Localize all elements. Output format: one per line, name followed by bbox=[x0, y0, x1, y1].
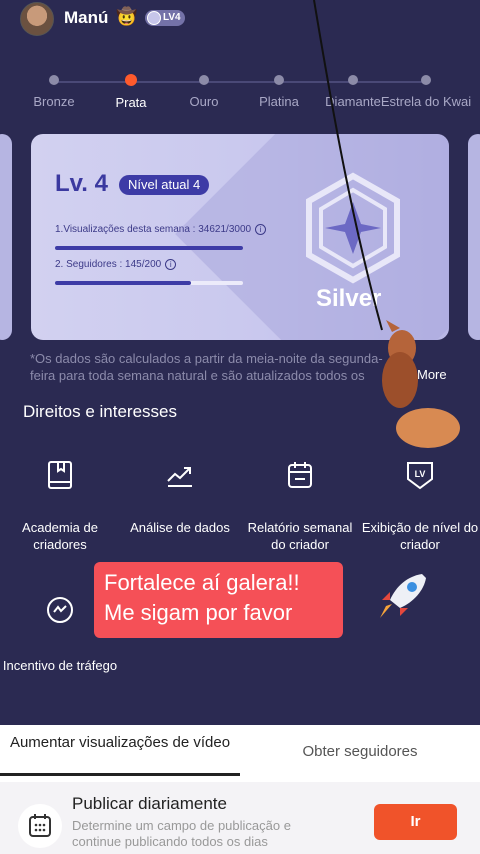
silver-emblem-icon bbox=[306, 172, 400, 284]
promo-line-1: Fortalece aí galera!! bbox=[104, 570, 300, 595]
feature-label: Academia de criadores bbox=[22, 520, 98, 552]
tier-dot bbox=[421, 75, 431, 85]
weekly-views-metric: 1.Visualizações desta semana : 34621/300… bbox=[55, 224, 267, 236]
calendar-icon bbox=[29, 814, 51, 837]
next-level-card[interactable] bbox=[468, 134, 480, 340]
followers-progress-bar bbox=[55, 281, 243, 285]
trend-chart-icon bbox=[167, 467, 192, 487]
book-icon bbox=[48, 461, 72, 489]
task-row-publish-daily: Publicar diariamente Determine um campo … bbox=[0, 782, 480, 854]
level-title: Lv. 4 bbox=[55, 170, 108, 197]
calendar-report-icon bbox=[288, 462, 312, 488]
feature-label: Relatório semanal do criador bbox=[247, 520, 353, 552]
lv-badge-icon: LV bbox=[407, 462, 433, 490]
tier-dot bbox=[274, 75, 284, 85]
level-badge-icon bbox=[147, 11, 161, 25]
followers-metric: 2. Seguidores : 145/200 i bbox=[55, 259, 177, 271]
rocket-icon bbox=[380, 574, 426, 618]
profile-header: Manú 🤠 LV4 bbox=[0, 0, 480, 40]
weekly-views-progress-fill bbox=[55, 246, 243, 250]
tier-label: Estrela do Kwai bbox=[380, 94, 472, 109]
feature-level-display[interactable]: LV Exibição de nível do criador bbox=[360, 459, 480, 553]
tier-dot bbox=[49, 75, 59, 85]
avatar[interactable] bbox=[20, 2, 54, 36]
username: Manú bbox=[64, 8, 109, 27]
feature-label: Exibição de nível do criador bbox=[361, 520, 479, 552]
current-level-pill: Nível atual 4 bbox=[119, 175, 210, 195]
promo-line-2: Me sigam por favor bbox=[104, 600, 293, 625]
tier-name-text: Silver bbox=[316, 285, 382, 312]
feature-data-analysis[interactable]: Análise de dados bbox=[120, 459, 240, 536]
tier-dot bbox=[199, 75, 209, 85]
tab-get-followers[interactable]: Obter seguidores bbox=[240, 742, 480, 761]
info-icon[interactable]: i bbox=[255, 224, 267, 235]
feature-creator-academy[interactable]: Academia de criadores bbox=[0, 459, 120, 553]
previous-level-card[interactable] bbox=[0, 134, 12, 340]
feature-label: Incentivo de tráfego bbox=[2, 658, 118, 673]
task-description: Determine um campo de publicação e conti… bbox=[72, 818, 291, 849]
tab-increase-views[interactable]: Aumentar visualizações de vídeo bbox=[0, 733, 240, 752]
active-tab-indicator bbox=[0, 773, 240, 776]
data-calculation-note: *Os dados são calculados a partir da mei… bbox=[30, 351, 383, 383]
tasks-bottom-sheet: Aumentar visualizações de vídeo Obter se… bbox=[0, 725, 480, 854]
tier-dot-active bbox=[125, 74, 137, 86]
feature-label: Análise de dados bbox=[130, 520, 230, 535]
task-title: Publicar diariamente bbox=[72, 794, 227, 813]
followers-label: 2. Seguidores : 145/200 bbox=[55, 259, 162, 271]
feature-weekly-report[interactable]: Relatório semanal do criador bbox=[240, 459, 360, 553]
task-icon-container bbox=[18, 804, 62, 848]
rights-section-title: Direitos e interesses bbox=[23, 402, 178, 421]
tier-estrela-do-kwai[interactable]: Estrela do Kwai bbox=[376, 75, 476, 110]
weekly-views-progress-bar bbox=[55, 246, 243, 250]
level-badge: LV4 bbox=[145, 10, 185, 26]
tier-dot bbox=[348, 75, 358, 85]
followers-progress-fill bbox=[55, 281, 192, 285]
level-card[interactable]: Lv. 4 Nível atual 4 1.Visualizações dest… bbox=[31, 134, 449, 340]
info-icon[interactable]: i bbox=[165, 259, 177, 270]
go-button[interactable]: Ir bbox=[374, 804, 457, 840]
traffic-boost-icon bbox=[47, 597, 73, 623]
more-link[interactable]: More bbox=[417, 367, 447, 382]
level-badge-label: LV4 bbox=[163, 12, 181, 23]
svg-text:LV: LV bbox=[415, 469, 426, 479]
cowboy-emoji: 🤠 bbox=[116, 7, 138, 26]
promo-sticker: Fortalece aí galera!! Me sigam por favor bbox=[94, 562, 343, 638]
weekly-views-label: 1.Visualizações desta semana : 34621/300… bbox=[55, 224, 252, 236]
